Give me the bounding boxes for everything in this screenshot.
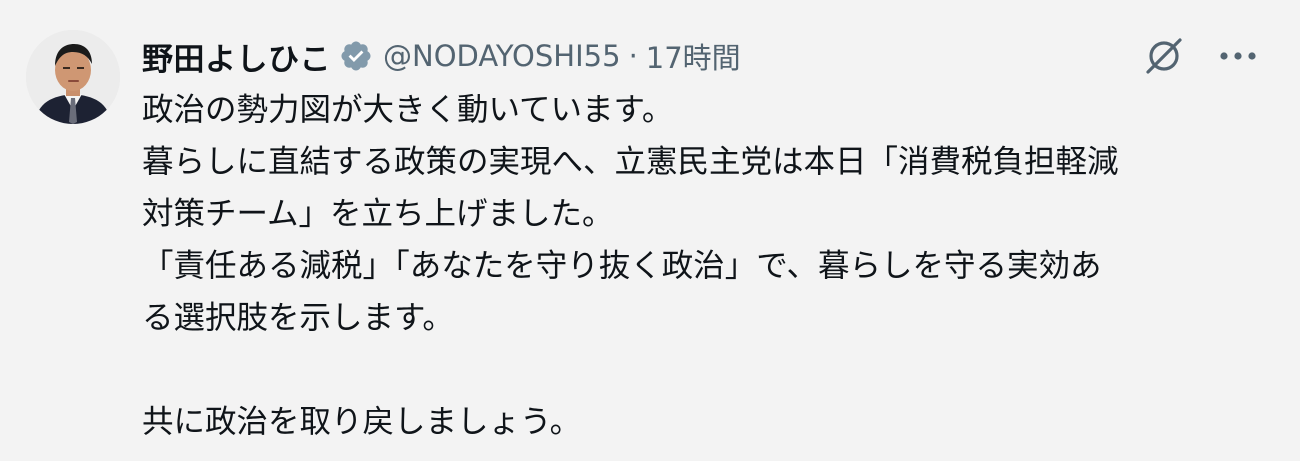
tweet-text-line: 対策チーム」を立ち上げました。 <box>142 196 614 232</box>
tweet-text-blank-line <box>142 344 1282 396</box>
display-name[interactable]: 野田よしひこ <box>142 34 331 79</box>
tweet-text-line: 共に政治を取り戻しましょう。 <box>142 404 582 440</box>
avatar[interactable] <box>26 30 120 124</box>
tweet-header: 野田よしひこ @NODAYOSHI55 · 17時間 <box>142 30 741 82</box>
tweet-text-line: 暮らしに直結する政策の実現へ、立憲民主党は本日「消費税負担軽減 <box>142 144 1119 180</box>
tweet-text-line: る選択肢を示します。 <box>142 300 454 336</box>
tweet-actions <box>1142 30 1260 82</box>
tweet: 野田よしひこ @NODAYOSHI55 · 17時間 政治の勢力図が大きく動いて… <box>0 0 1300 461</box>
more-dots-icon[interactable] <box>1216 34 1260 78</box>
tweet-text-line: 「責任ある減税」「あなたを守り抜く政治」で、暮らしを守る実効あ <box>142 248 1102 284</box>
separator-dot: · <box>628 39 638 73</box>
tweet-text-line: 政治の勢力図が大きく動いています。 <box>142 92 674 128</box>
grok-icon[interactable] <box>1142 34 1186 78</box>
user-handle[interactable]: @NODAYOSHI55 <box>383 39 621 73</box>
verified-badge-icon[interactable] <box>339 39 373 73</box>
tweet-text: 政治の勢力図が大きく動いています。 暮らしに直結する政策の実現へ、立憲民主党は本… <box>142 84 1282 448</box>
timestamp[interactable]: 17時間 <box>646 35 741 77</box>
avatar-photo <box>26 30 120 124</box>
